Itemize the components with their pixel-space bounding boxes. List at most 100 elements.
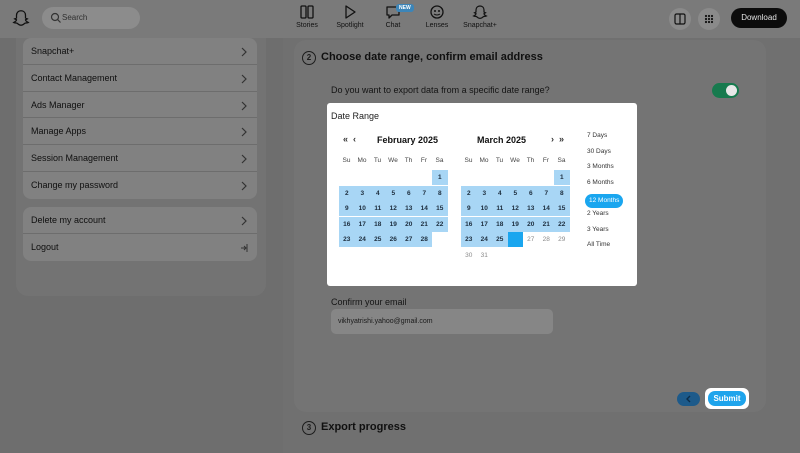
sidebar-item-manage-apps[interactable]: Manage Apps [23,118,257,146]
calendar-day[interactable]: 4 [370,185,386,201]
calendar-day[interactable]: 21 [416,216,432,232]
calendar-day[interactable]: 16 [339,216,355,232]
calendar-day[interactable]: 20 [523,216,539,232]
back-button[interactable] [677,392,700,406]
calendar-day[interactable]: 17 [354,216,370,232]
calendar-day[interactable]: 12 [507,201,523,216]
sidebar-item-label: Delete my account [31,215,106,225]
calendar-day[interactable]: 6 [401,185,417,201]
calendar-day[interactable]: 2 [461,185,477,201]
calendar-day[interactable]: 5 [507,185,523,201]
weekday-header: Th [404,157,413,164]
preset-3-years[interactable]: 3 Years [587,226,609,233]
chevron-right-icon [241,154,247,164]
stories-icon [300,5,314,19]
calendar-day[interactable]: 10 [476,201,492,216]
calendar-day[interactable]: 1 [432,170,448,185]
calendar-day[interactable]: 11 [492,201,508,216]
calendar-day[interactable]: 28 [539,232,555,247]
calendar-day[interactable]: 14 [538,201,554,216]
sidebar-item-change-my-password[interactable]: Change my password [23,172,257,199]
calendar-day[interactable]: 21 [538,216,554,232]
calendar-day[interactable]: 4 [492,185,508,201]
calendar-day[interactable]: 10 [354,201,370,216]
sidebar-toggle-button[interactable] [669,8,691,30]
calendar-day[interactable]: 22 [432,216,448,232]
calendar-day[interactable]: 16 [461,216,477,232]
calendar-day[interactable]: 24 [354,232,370,247]
chevron-right-icon [241,216,247,226]
calendar-day[interactable]: 18 [370,216,386,232]
next-year-button[interactable]: » [559,134,564,144]
prev-month-button[interactable]: ‹ [353,134,356,144]
calendar-day[interactable]: 27 [401,232,417,247]
calendar-day[interactable]: 24 [476,232,492,247]
nav-lenses[interactable]: Lenses [414,4,460,29]
calendar-day[interactable]: 28 [416,232,432,247]
nav-stories[interactable]: Stories [284,4,330,29]
calendar-day[interactable]: 8 [554,185,570,201]
calendar-day[interactable]: 6 [523,185,539,201]
calendar-day[interactable]: 13 [523,201,539,216]
preset-all-time[interactable]: All Time [587,241,610,248]
calendar-day[interactable]: 15 [554,201,570,216]
calendar-day[interactable]: 25 [370,232,386,247]
calendar-day[interactable]: 13 [401,201,417,216]
preset-30-days[interactable]: 30 Days [587,148,611,155]
step-2-title: Choose date range, confirm email address [321,51,543,63]
nav-chat[interactable]: NEW Chat [370,4,416,29]
calendar-day[interactable]: 26 [507,232,523,247]
calendar-day[interactable]: 8 [432,185,448,201]
preset-3-months[interactable]: 3 Months [587,163,614,170]
sidebar-item-ads-manager[interactable]: Ads Manager [23,92,257,119]
calendar-day[interactable]: 19 [385,216,401,232]
calendar-day[interactable]: 9 [461,201,477,216]
calendar-day[interactable]: 3 [354,185,370,201]
sidebar-item-snapchat[interactable]: Snapchat+ [23,38,257,65]
sidebar-item-delete-my-account[interactable]: Delete my account [23,207,257,234]
calendar-day[interactable]: 30 [461,248,477,263]
prev-year-button[interactable]: « [343,134,348,144]
date-range-toggle[interactable] [712,83,739,98]
submit-button[interactable]: Submit [708,391,746,406]
calendar-day[interactable]: 26 [385,232,401,247]
calendar-day[interactable]: 9 [339,201,355,216]
calendar-day[interactable]: 23 [461,232,477,247]
calendar-day[interactable]: 23 [339,232,355,247]
sidebar-item-contact-management[interactable]: Contact Management [23,65,257,92]
apps-menu-button[interactable] [698,8,720,30]
sidebar-item-logout[interactable]: Logout [23,234,257,261]
snapchat-logo-icon[interactable] [12,9,30,27]
preset-7-days[interactable]: 7 Days [587,132,607,139]
calendar-day[interactable]: 1 [554,170,570,185]
download-button[interactable]: Download [731,8,787,28]
calendar-day[interactable]: 19 [507,216,523,232]
calendar-day[interactable]: 15 [432,201,448,216]
panel-icon [674,13,686,25]
sidebar-item-session-management[interactable]: Session Management [23,145,257,172]
calendar-day[interactable]: 7 [416,185,432,201]
calendar-day[interactable]: 18 [492,216,508,232]
nav-spotlight[interactable]: Spotlight [327,4,373,29]
calendar-day[interactable]: 2 [339,185,355,201]
calendar-day[interactable]: 12 [385,201,401,216]
calendar-day[interactable]: 29 [554,232,570,247]
calendar-day[interactable]: 17 [476,216,492,232]
calendar-day[interactable]: 5 [385,185,401,201]
preset-12-months[interactable]: 12 Months [585,194,624,209]
calendar-day[interactable]: 11 [370,201,386,216]
next-month-button[interactable]: › [551,134,554,144]
calendar-day[interactable]: 27 [523,232,539,247]
calendar-day[interactable]: 3 [476,185,492,201]
search-input[interactable]: Search [42,7,140,29]
calendar-day[interactable]: 7 [538,185,554,201]
nav-snapchat-plus[interactable]: Snapchat+ [457,4,503,29]
preset-6-months[interactable]: 6 Months [587,179,614,186]
email-field[interactable]: vikhyatrishi.yahoo@gmail.com [331,309,553,334]
calendar-day[interactable]: 22 [554,216,570,232]
calendar-day[interactable]: 31 [477,248,493,263]
preset-2-years[interactable]: 2 Years [587,210,609,217]
calendar-day[interactable]: 14 [416,201,432,216]
calendar-day[interactable]: 25 [492,232,508,247]
calendar-day[interactable]: 20 [401,216,417,232]
